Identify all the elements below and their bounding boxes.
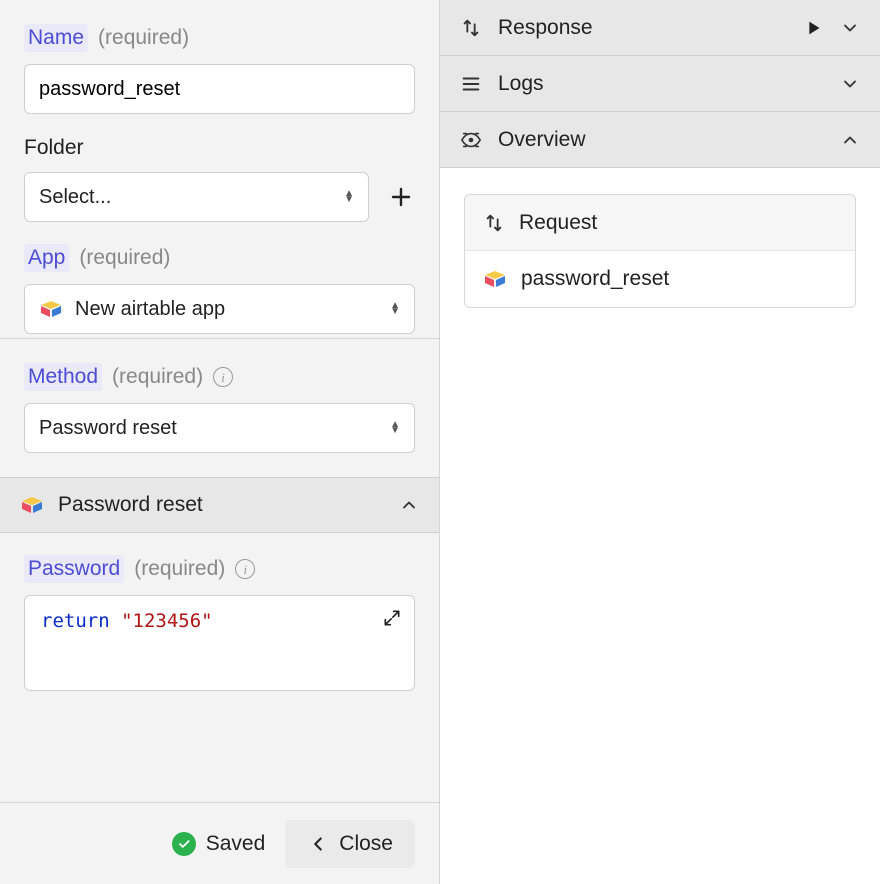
app-label: App (required) xyxy=(24,244,415,272)
airtable-icon xyxy=(483,267,507,291)
chevron-down-icon xyxy=(840,18,860,38)
menu-icon xyxy=(460,73,482,95)
info-icon[interactable]: i xyxy=(213,367,233,387)
logs-section[interactable]: Logs xyxy=(440,56,880,112)
updown-icon: ▲▼ xyxy=(344,191,354,203)
transfer-icon xyxy=(460,17,482,39)
chevron-up-icon xyxy=(399,495,419,515)
resource-item[interactable]: password_reset xyxy=(465,251,855,307)
folder-label: Folder xyxy=(24,136,415,160)
method-label: Method (required) i xyxy=(24,363,415,391)
name-input[interactable] xyxy=(24,64,415,114)
password-code-input[interactable]: return "123456" xyxy=(24,595,415,691)
overview-list: Request password_reset xyxy=(464,194,856,308)
password-reset-header[interactable]: Password reset xyxy=(0,477,439,533)
saved-status: Saved xyxy=(172,832,266,856)
check-icon xyxy=(172,832,196,856)
info-icon[interactable]: i xyxy=(235,559,255,579)
chevron-left-icon xyxy=(307,833,329,855)
name-label: Name (required) xyxy=(24,24,415,52)
response-section[interactable]: Response xyxy=(440,0,880,56)
play-icon[interactable] xyxy=(802,17,824,39)
close-button[interactable]: Close xyxy=(285,820,415,868)
chevron-up-icon xyxy=(840,130,860,150)
transfer-icon xyxy=(483,212,505,234)
app-select[interactable]: New airtable app ▲▼ xyxy=(24,284,415,334)
request-item[interactable]: Request xyxy=(465,195,855,251)
folder-select[interactable]: Select... ▲▼ xyxy=(24,172,369,222)
chevron-down-icon xyxy=(840,74,860,94)
overview-icon xyxy=(460,129,482,151)
plus-icon xyxy=(389,185,413,209)
add-folder-button[interactable] xyxy=(387,183,415,211)
expand-icon xyxy=(382,608,402,628)
airtable-icon xyxy=(39,297,63,321)
updown-icon: ▲▼ xyxy=(390,303,400,315)
updown-icon: ▲▼ xyxy=(390,422,400,434)
overview-section[interactable]: Overview xyxy=(440,112,880,168)
expand-button[interactable] xyxy=(382,608,402,633)
password-label: Password (required) i xyxy=(24,555,415,583)
method-select[interactable]: Password reset ▲▼ xyxy=(24,403,415,453)
airtable-icon xyxy=(20,493,44,517)
